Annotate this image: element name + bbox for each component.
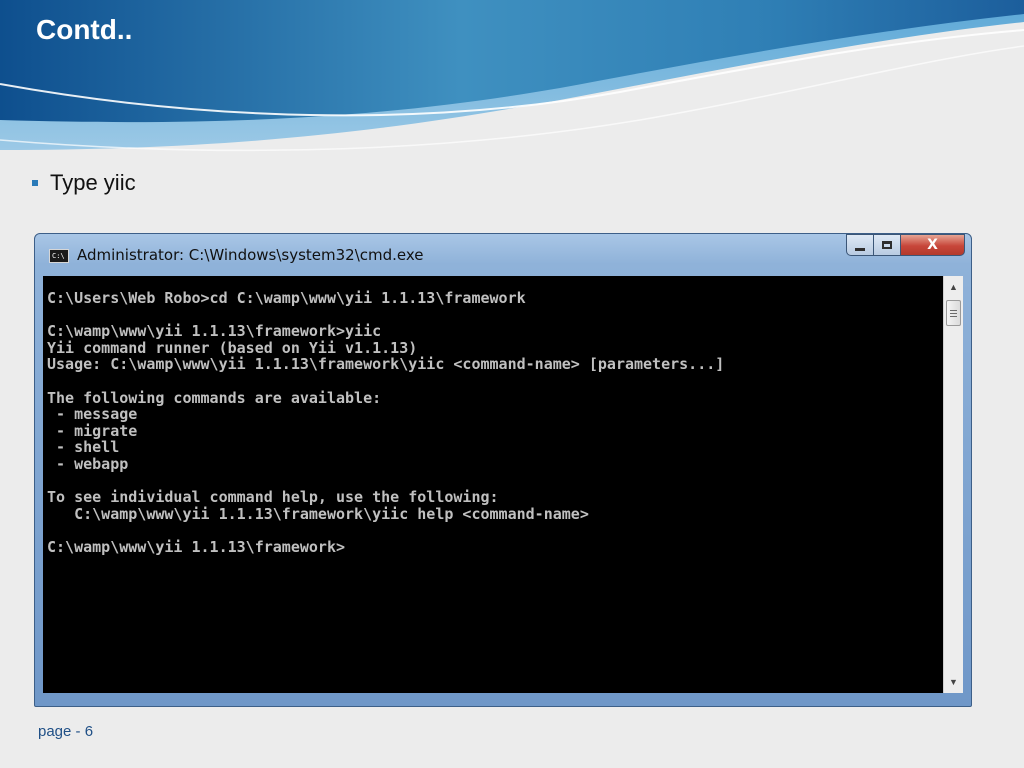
bullet-item: Type yiic: [32, 170, 136, 196]
maximize-icon: [882, 241, 892, 249]
page-number: page - 6: [38, 723, 94, 740]
window-titlebar[interactable]: C:\ Administrator: C:\Windows\system32\c…: [35, 234, 971, 274]
caption-buttons: X: [846, 234, 965, 256]
console-output[interactable]: C:\Users\Web Robo>cd C:\wamp\www\yii 1.1…: [43, 276, 943, 693]
thumb-grip-line: [950, 316, 957, 317]
window-title: Administrator: C:\Windows\system32\cmd.e…: [77, 246, 424, 264]
minimize-button[interactable]: [846, 234, 874, 256]
thumb-grip-line: [950, 313, 957, 314]
bullet-text: Type yiic: [50, 170, 136, 195]
minimize-icon: [855, 247, 865, 251]
cmd-app-icon[interactable]: C:\: [49, 249, 69, 263]
thumb-grip-line: [950, 310, 957, 311]
scroll-thumb[interactable]: [946, 300, 961, 326]
scroll-down-arrow-icon[interactable]: ▼: [944, 673, 963, 691]
vertical-scrollbar[interactable]: ▲ ▼: [943, 276, 963, 693]
header-wave-graphic: [0, 0, 1024, 152]
scroll-up-arrow-icon[interactable]: ▲: [944, 278, 963, 296]
maximize-button[interactable]: [874, 234, 901, 256]
close-icon: X: [927, 237, 938, 253]
slide-header: Contd..: [0, 0, 1024, 170]
bullet-square-icon: [32, 180, 38, 186]
cmd-window: C:\ Administrator: C:\Windows\system32\c…: [34, 233, 972, 707]
console-text: C:\Users\Web Robo>cd C:\wamp\www\yii 1.1…: [47, 289, 725, 556]
slide-title: Contd..: [36, 14, 133, 45]
close-button[interactable]: X: [901, 234, 965, 256]
